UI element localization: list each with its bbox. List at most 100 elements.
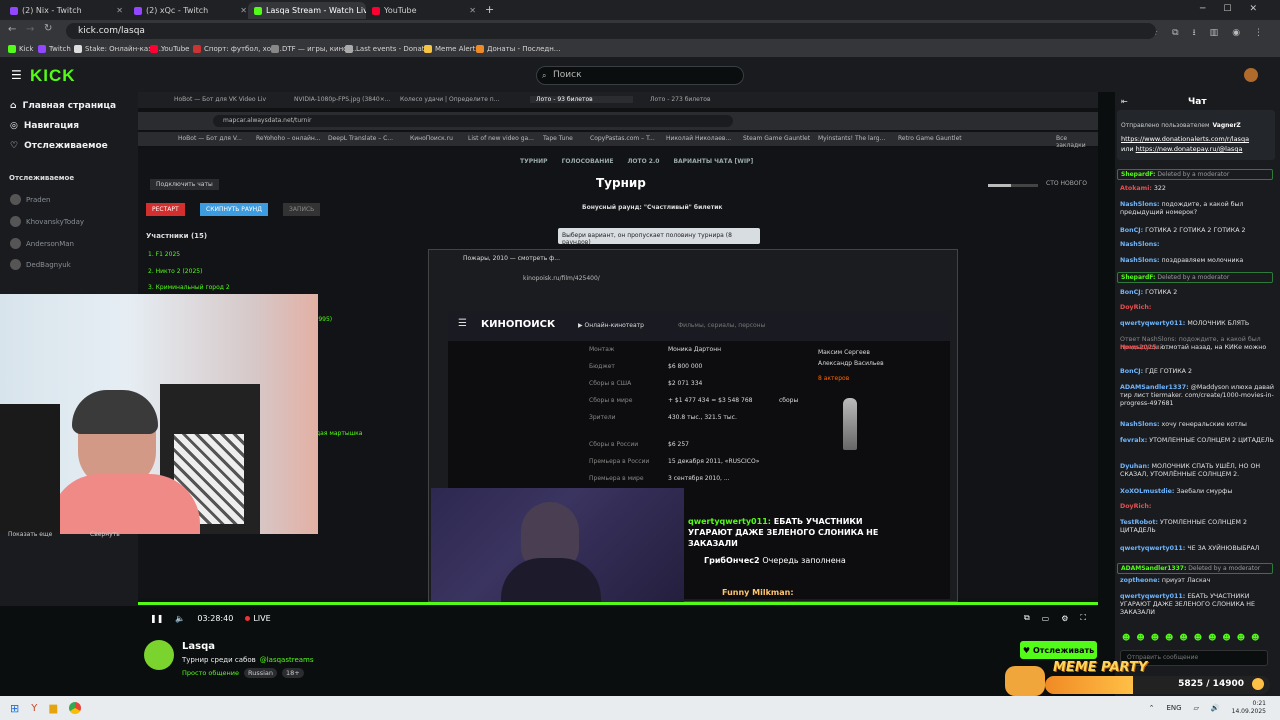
emote-icon[interactable]: ☻ <box>1122 633 1130 642</box>
fullscreen-icon[interactable]: ⛶ <box>1080 613 1086 623</box>
following-item[interactable]: Praden <box>10 194 120 205</box>
collapse-link[interactable]: Свернуть <box>90 531 120 538</box>
split-icon[interactable]: ▥ <box>1210 28 1219 38</box>
bookmark-sport[interactable]: Спорт: футбол, хок... <box>193 45 282 53</box>
speaker-icon[interactable]: 🔊 <box>1211 704 1220 712</box>
emote-icon[interactable]: ☻ <box>1222 633 1230 642</box>
stream-tag[interactable]: 18+ <box>282 668 304 678</box>
chat-username[interactable]: fevralx: <box>1120 437 1147 444</box>
back-icon[interactable]: ← <box>8 24 16 35</box>
volume-icon[interactable]: 🔈 <box>175 614 185 623</box>
chat-username[interactable]: Dyuhan: <box>1120 463 1150 470</box>
maximize-icon[interactable]: ☐ <box>1223 4 1231 14</box>
chat-username[interactable]: ADAMSandler1337: <box>1121 565 1186 572</box>
chat-username[interactable]: zoptheone: <box>1120 577 1160 584</box>
channel-avatar[interactable] <box>144 640 174 670</box>
emote-icon[interactable]: ☻ <box>1208 633 1216 642</box>
chat-username[interactable]: NashSlons: <box>1120 241 1160 248</box>
settings-icon[interactable]: ⚙ <box>1061 614 1068 623</box>
emote-icon[interactable]: ☻ <box>1179 633 1187 642</box>
folder-icon[interactable]: ▆ <box>49 703 57 714</box>
chat-username[interactable]: DoyRich: <box>1120 304 1151 311</box>
follow-button[interactable]: ♥ Отслеживать <box>1020 641 1097 659</box>
chat-username[interactable]: ShepardF: <box>1121 171 1155 178</box>
forward-icon[interactable]: → <box>26 24 34 35</box>
bookmark-donat[interactable]: Last events - Donat... <box>345 45 431 53</box>
chat-username[interactable]: ADAMSandler1337: <box>1120 384 1189 391</box>
bookmark-youtube[interactable]: YouTube <box>150 45 189 53</box>
chat-username[interactable]: NashSlons: <box>1120 257 1160 264</box>
emote-icon[interactable]: ☻ <box>1165 633 1173 642</box>
theater-icon[interactable]: ▭ <box>1042 614 1050 623</box>
chat-username[interactable]: Hows2025: <box>1120 344 1159 351</box>
emote-icon[interactable]: ☻ <box>1251 633 1259 642</box>
user-avatar[interactable] <box>1244 68 1258 82</box>
emote-icon[interactable]: ☻ <box>1194 633 1202 642</box>
pinned-link[interactable]: https://new.donatepay.ru/@lasqa <box>1136 145 1243 153</box>
chat-username[interactable]: BonCJ: <box>1120 368 1143 375</box>
chat-username[interactable]: DoyRich: <box>1120 503 1151 510</box>
following-item[interactable]: DedBagnyuk <box>10 259 120 270</box>
following-item[interactable]: KhovanskyToday <box>10 216 120 227</box>
reload-icon[interactable]: ↻ <box>44 23 52 34</box>
stream-mention[interactable]: @lasqastreams <box>260 656 314 664</box>
nav-following[interactable]: ♡ Отслеживаемое <box>10 141 108 151</box>
chrome-icon[interactable] <box>69 702 82 714</box>
search-input[interactable]: ⌕ Поиск <box>536 66 744 85</box>
show-more-link[interactable]: Показать еще <box>8 531 52 538</box>
chat-username[interactable]: qwertyqwerty011: <box>1120 593 1185 600</box>
bookmark-donaty[interactable]: Донаты - Последн... <box>476 45 560 53</box>
windows-start-icon[interactable]: ⊞ <box>10 702 19 715</box>
chat-username[interactable]: NashSlons: <box>1120 421 1160 428</box>
browser-tab-lasqa[interactable]: Lasqa Stream - Watch Live✕ <box>248 2 366 19</box>
network-icon[interactable]: ▱ <box>1194 704 1199 712</box>
chat-username[interactable]: TestRobot: <box>1120 519 1158 526</box>
collapse-chat-icon[interactable]: ⇤ <box>1121 97 1128 106</box>
chat-username[interactable]: qwertyqwerty011: <box>1120 320 1185 327</box>
menu-dots-icon[interactable]: ⋮ <box>1254 28 1263 38</box>
close-window-icon[interactable]: ✕ <box>1250 4 1258 14</box>
chat-username[interactable]: XoXOLmustdie: <box>1120 488 1174 495</box>
hamburger-menu-icon[interactable]: ☰ <box>11 68 22 82</box>
emote-icon[interactable]: ☻ <box>1151 633 1159 642</box>
kick-logo[interactable]: KICK <box>30 66 76 86</box>
browser-tab-youtube[interactable]: YouTube ✕ <box>366 2 482 19</box>
bookmark-meme-alerts[interactable]: Meme Alerts <box>424 45 479 53</box>
browser-tab-xqc[interactable]: (2) xQc - Twitch ✕ <box>128 2 253 19</box>
bookmark-kick[interactable]: Kick <box>8 45 33 53</box>
close-icon[interactable]: ✕ <box>116 6 123 15</box>
pause-icon[interactable]: ❚❚ <box>150 614 163 623</box>
close-icon[interactable]: ✕ <box>469 6 476 15</box>
stream-progress-bar[interactable] <box>138 602 1098 605</box>
minimize-icon[interactable]: ─ <box>1200 4 1205 14</box>
pip-icon[interactable]: ⧉ <box>1024 613 1030 623</box>
nav-browse[interactable]: ◎ Навигация <box>10 121 79 131</box>
bookmark-twitch[interactable]: Twitch <box>38 45 71 53</box>
extensions-icon[interactable]: ⧉ <box>1172 28 1178 38</box>
bookmark-dtf[interactable]: DTF — игры, кино,... <box>271 45 356 53</box>
new-tab-icon[interactable]: + <box>485 3 494 16</box>
emote-icon[interactable]: ☻ <box>1136 633 1144 642</box>
download-icon[interactable]: ⭳ <box>1193 25 1196 41</box>
browser-tab-nix[interactable]: (2) Nix - Twitch ✕ <box>4 2 129 19</box>
following-item[interactable]: AndersonMan <box>10 238 120 249</box>
yandex-icon[interactable]: Y <box>31 703 37 714</box>
emote-icon[interactable]: ☻ <box>1237 633 1245 642</box>
chat-username[interactable]: ShepardF: <box>1121 274 1155 281</box>
nav-home[interactable]: ⌂ Главная страница <box>10 101 116 111</box>
chat-username[interactable]: qwertyqwerty011: <box>1120 545 1185 552</box>
channel-name[interactable]: Lasqa <box>182 641 215 652</box>
url-bar[interactable]: kick.com/lasqa <box>66 23 1156 39</box>
chat-username[interactable]: Atokami: <box>1120 185 1152 192</box>
keyboard-language[interactable]: ENG <box>1166 704 1181 712</box>
chat-username[interactable]: BonCJ: <box>1120 289 1143 296</box>
profile-icon[interactable]: ◉ <box>1232 28 1240 38</box>
stream-tag[interactable]: Russian <box>243 668 278 678</box>
chat-username[interactable]: NashSlons: <box>1120 201 1160 208</box>
pinned-link[interactable]: https://www.donationalerts.com/r/lasqa <box>1121 135 1249 143</box>
tray-up-icon[interactable]: ⌃ <box>1149 704 1155 712</box>
chat-username[interactable]: BonCJ: <box>1120 227 1143 234</box>
stream-category[interactable]: Просто общение <box>182 669 239 677</box>
clock[interactable]: 0:21 14.09.2025 <box>1232 700 1266 716</box>
close-icon[interactable]: ✕ <box>240 6 247 15</box>
